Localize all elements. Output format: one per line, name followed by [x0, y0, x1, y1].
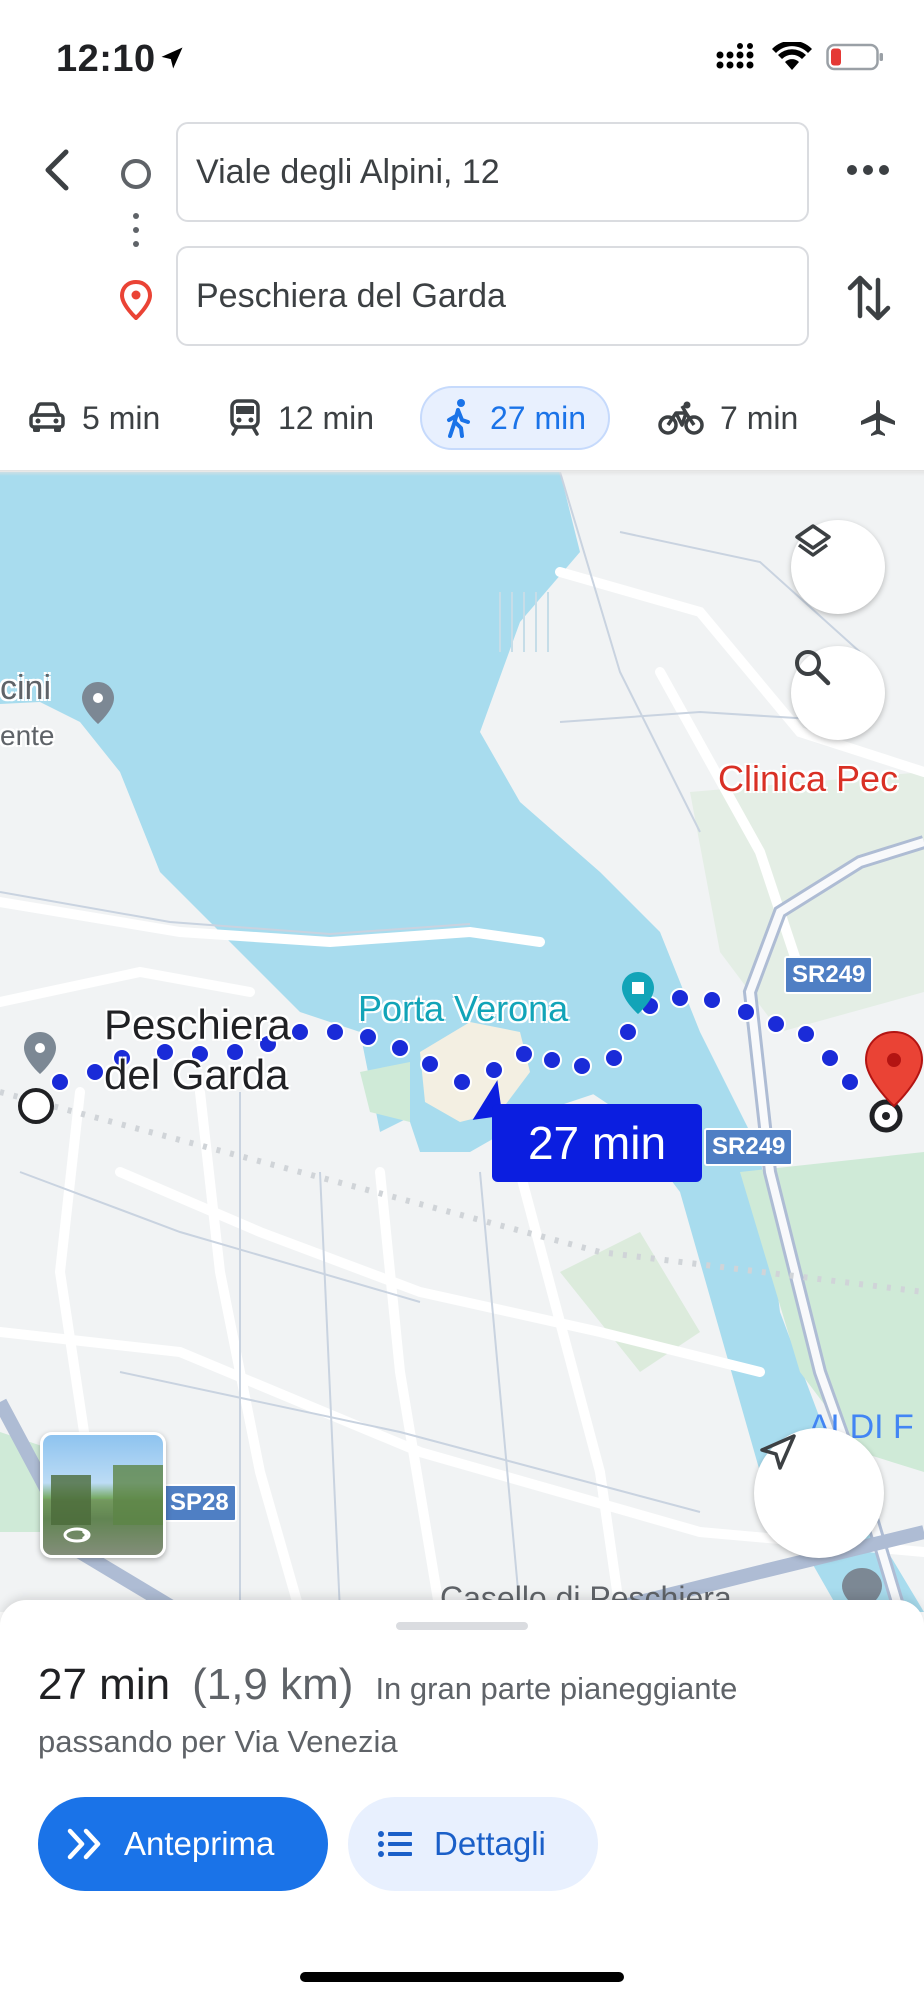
wifi-icon — [772, 42, 812, 70]
travel-mode-tabs: 5 min 12 min 27 min 7 min — [0, 380, 924, 460]
home-indicator[interactable] — [300, 1972, 624, 1982]
search-icon — [795, 650, 831, 686]
street-view-thumbnail[interactable] — [40, 1432, 166, 1558]
map-label-cini: cini — [0, 669, 52, 707]
my-location-button[interactable] — [754, 1428, 884, 1558]
road-shield-sp28: SP28 — [162, 1484, 237, 1522]
street-view-rotate-icon — [43, 1465, 163, 1555]
map-view[interactable]: cini ente Clinica Pec Porta Verona Pesch… — [0, 472, 924, 1612]
bike-icon — [658, 401, 704, 435]
route-summary-sheet[interactable]: 27 min (1,9 km) In gran parte pianeggian… — [0, 1600, 924, 2000]
tab-walking[interactable]: 27 min — [420, 386, 611, 450]
preview-label: Anteprima — [124, 1825, 275, 1862]
maps-directions-screen: 12:10 Viale degli Alpini, 12 Peschiera d… — [0, 0, 924, 2000]
navigation-arrow-icon — [760, 1434, 796, 1470]
location-arrow-icon — [161, 47, 183, 69]
layers-button[interactable] — [791, 520, 885, 614]
transit-time: 12 min — [278, 399, 375, 436]
destination-input[interactable]: Peschiera del Garda — [176, 246, 809, 346]
double-chevron-icon — [67, 1828, 101, 1860]
tab-cycling[interactable]: 7 min — [658, 386, 798, 450]
swap-directions-icon[interactable] — [844, 270, 894, 326]
destination-pin-icon — [119, 280, 153, 320]
road-shield-sr249-south: SR249 — [704, 1128, 794, 1166]
status-bar: 12:10 — [0, 0, 924, 110]
route-distance: (1,9 km) — [192, 1660, 354, 1709]
preview-button[interactable]: Anteprima — [38, 1797, 328, 1891]
status-icons — [716, 42, 884, 72]
city-name-line1: Peschiera — [104, 1001, 291, 1048]
more-options-icon[interactable] — [840, 150, 896, 190]
details-label: Dettagli — [434, 1825, 546, 1862]
layers-icon — [795, 524, 831, 557]
route-connector-dots — [131, 213, 141, 257]
details-button[interactable]: Dettagli — [348, 1797, 598, 1891]
cellular-signal-icon — [716, 43, 754, 69]
route-terrain: In gran parte pianeggiante — [375, 1671, 738, 1706]
route-time-badge[interactable]: 27 min — [492, 1104, 702, 1182]
road-shield-sr249-north: SR249 — [784, 956, 874, 994]
origin-circle-icon — [121, 159, 151, 189]
route-duration: 27 min — [38, 1660, 171, 1709]
battery-low-icon — [826, 43, 883, 71]
route-via: passando per Via Venezia — [38, 1724, 398, 1759]
city-name-line2: del Garda — [104, 1051, 289, 1098]
flight-icon — [861, 400, 895, 436]
map-label-city: Peschiera del Garda — [104, 1000, 291, 1100]
route-summary-line: 27 min (1,9 km) In gran parte pianeggian… — [38, 1660, 737, 1710]
search-along-route-button[interactable] — [791, 646, 885, 740]
map-label-porta-verona[interactable]: Porta Verona — [358, 988, 568, 1030]
cycling-time: 7 min — [720, 399, 799, 436]
car-icon — [29, 402, 65, 432]
train-icon — [230, 399, 260, 436]
list-icon — [378, 1831, 412, 1857]
driving-time: 5 min — [82, 399, 161, 436]
tab-transit[interactable]: 12 min — [228, 386, 374, 450]
map-label-ente: ente — [0, 720, 55, 751]
walking-time: 27 min — [490, 399, 587, 436]
walk-icon — [447, 399, 470, 438]
status-time: 12:10 — [56, 38, 156, 80]
origin-input[interactable]: Viale degli Alpini, 12 — [176, 122, 809, 222]
sheet-drag-handle[interactable] — [396, 1622, 528, 1630]
back-arrow-icon[interactable] — [30, 140, 90, 200]
tab-flights[interactable] — [858, 386, 914, 450]
header-divider — [0, 470, 924, 476]
map-label-clinica[interactable]: Clinica Pec — [718, 758, 898, 800]
tab-driving[interactable]: 5 min — [28, 386, 160, 450]
